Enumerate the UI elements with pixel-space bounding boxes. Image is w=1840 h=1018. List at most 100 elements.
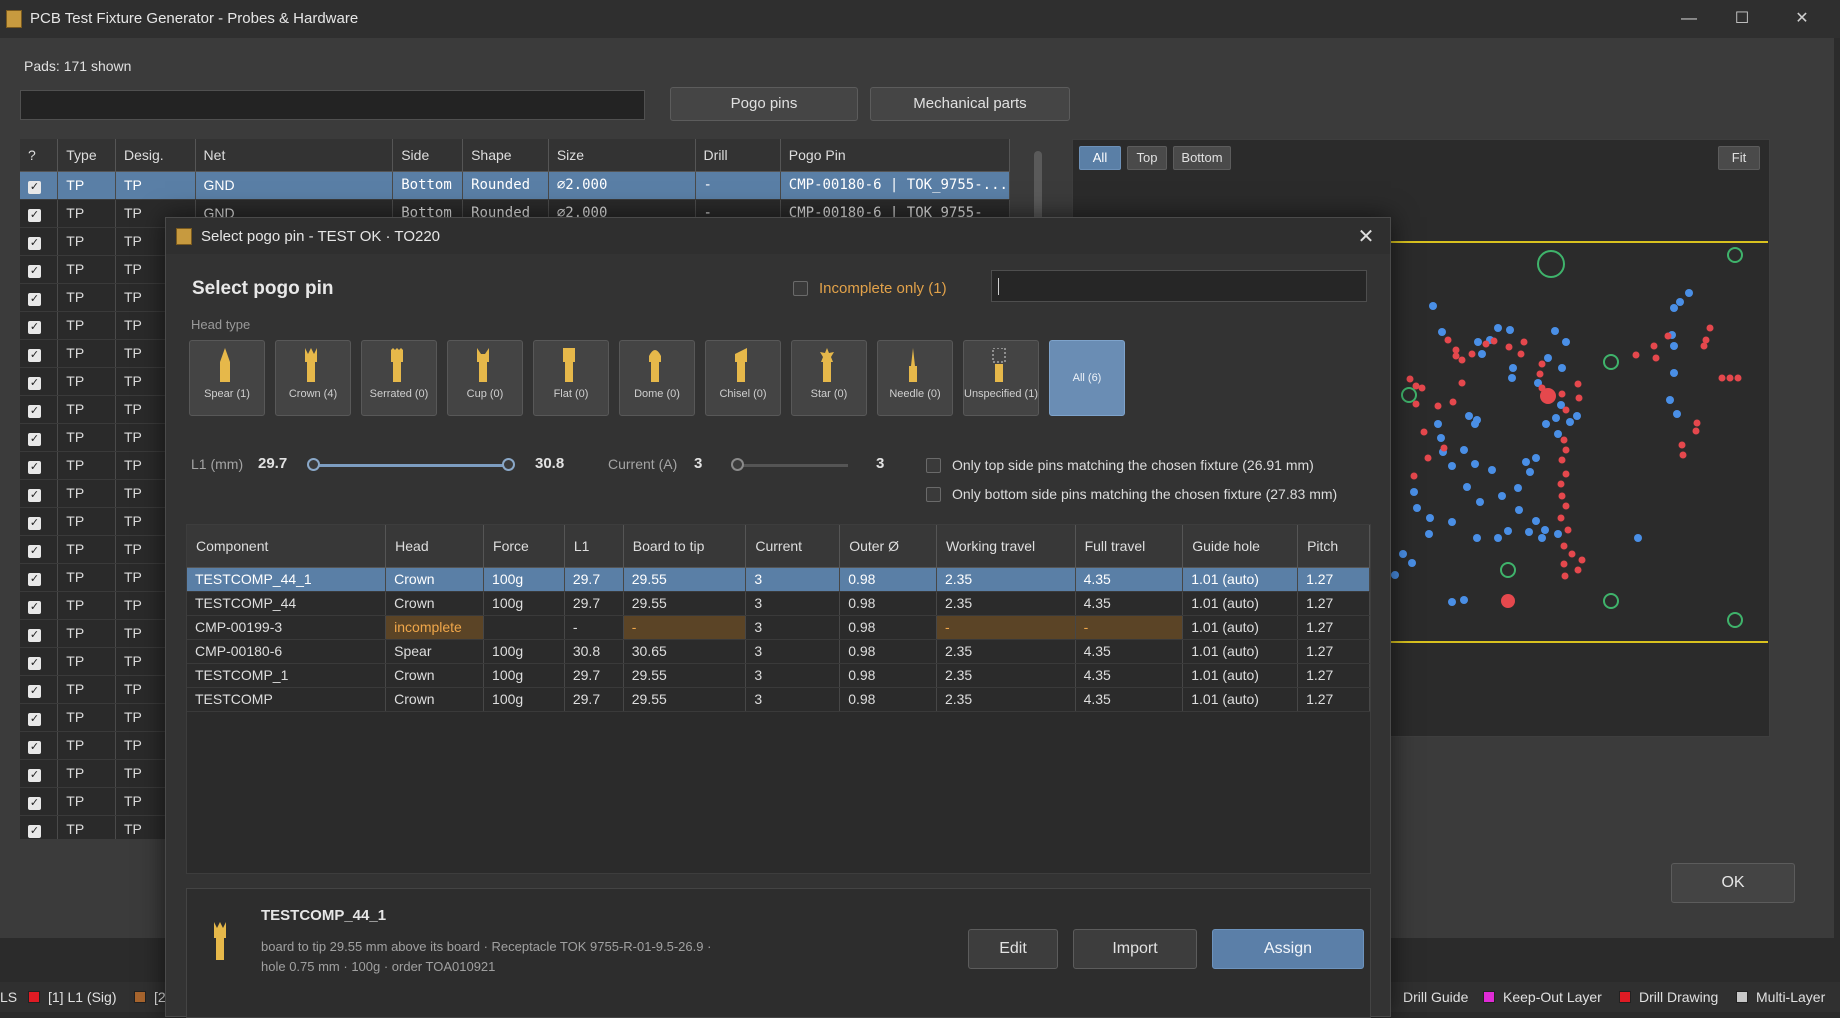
ok-button[interactable]: OK (1671, 863, 1795, 903)
pad-table-row[interactable]: ✓ TP TP GND Bottom Rounded ∅2.000- CMP-00180-6 … (20, 171, 1010, 200)
side-bottom-button[interactable]: Bottom (1173, 146, 1231, 170)
pad-include-checkbox[interactable]: ✓ (28, 320, 41, 334)
l1-range-slider[interactable] (314, 464, 506, 467)
pad-include-cell[interactable]: ✓ (20, 255, 59, 284)
head-type-button[interactable]: Flat (0) (533, 340, 609, 416)
pad-include-cell[interactable]: ✓ (20, 731, 59, 760)
pad-include-cell[interactable]: ✓ (20, 507, 59, 536)
pad-column-header[interactable]: Shape (462, 139, 549, 172)
pin-column-header[interactable]: L1 (564, 525, 624, 568)
side-top-button[interactable]: Top (1127, 146, 1167, 170)
import-button[interactable]: Import (1073, 929, 1197, 969)
pin-column-header[interactable]: Full travel (1075, 525, 1184, 568)
pad-include-cell[interactable]: ✓ (20, 171, 59, 200)
pad-include-checkbox[interactable]: ✓ (28, 376, 41, 390)
pad-include-checkbox[interactable]: ✓ (28, 768, 41, 782)
mechanical-parts-button[interactable]: Mechanical parts (870, 87, 1070, 121)
pad-include-cell[interactable]: ✓ (20, 311, 59, 340)
layer-item[interactable]: LS (0, 989, 17, 1005)
assign-button[interactable]: Assign (1212, 929, 1364, 969)
dialog-close-button[interactable]: ✕ (1354, 224, 1378, 249)
pad-include-cell[interactable]: ✓ (20, 675, 59, 704)
head-type-button[interactable]: Crown (4) (275, 340, 351, 416)
pad-include-checkbox[interactable]: ✓ (28, 516, 41, 530)
pad-include-cell[interactable]: ✓ (20, 591, 59, 620)
pad-include-cell[interactable]: ✓ (20, 339, 59, 368)
pad-include-checkbox[interactable]: ✓ (28, 656, 41, 670)
pad-include-checkbox[interactable]: ✓ (28, 432, 41, 446)
pad-include-checkbox[interactable]: ✓ (28, 404, 41, 418)
head-type-button[interactable]: Dome (0) (619, 340, 695, 416)
layer-item[interactable]: Drill Guide (1403, 989, 1468, 1005)
pad-include-checkbox[interactable]: ✓ (28, 740, 41, 754)
pad-column-header[interactable]: Net (195, 139, 394, 172)
incomplete-only-label[interactable]: Incomplete only (1) (819, 280, 947, 297)
maximize-button[interactable]: ☐ (1720, 6, 1764, 32)
pad-include-checkbox[interactable]: ✓ (28, 236, 41, 250)
pad-include-checkbox[interactable]: ✓ (28, 460, 41, 474)
close-button[interactable]: ✕ (1780, 6, 1824, 32)
head-type-button[interactable]: All (6) (1049, 340, 1125, 416)
pad-include-checkbox[interactable]: ✓ (28, 208, 41, 222)
pad-include-cell[interactable]: ✓ (20, 563, 59, 592)
pad-include-cell[interactable]: ✓ (20, 227, 59, 256)
pad-include-checkbox[interactable]: ✓ (28, 292, 41, 306)
pad-include-checkbox[interactable]: ✓ (28, 712, 41, 726)
layer-item[interactable]: Multi-Layer (1736, 989, 1825, 1005)
bottom-side-only-checkbox[interactable] (926, 487, 941, 502)
pad-include-cell[interactable]: ✓ (20, 199, 59, 228)
pad-include-checkbox[interactable]: ✓ (28, 572, 41, 586)
pin-table-row[interactable]: TESTCOMP Crown 100g 29.7 29.55 3 0.98 2.35 4.35 1… (187, 687, 1370, 712)
pad-include-checkbox[interactable]: ✓ (28, 796, 41, 810)
pin-column-header[interactable]: Guide hole (1182, 525, 1299, 568)
minimize-button[interactable]: — (1667, 6, 1711, 32)
pad-include-cell[interactable]: ✓ (20, 367, 59, 396)
pad-include-cell[interactable]: ✓ (20, 283, 59, 312)
pad-include-cell[interactable]: ✓ (20, 451, 59, 480)
layer-item[interactable]: [1] L1 (Sig) (28, 989, 116, 1005)
head-type-button[interactable]: Needle (0) (877, 340, 953, 416)
pad-include-cell[interactable]: ✓ (20, 535, 59, 564)
pad-include-cell[interactable]: ✓ (20, 787, 59, 816)
head-type-button[interactable]: Star (0) (791, 340, 867, 416)
head-type-button[interactable]: Serrated (0) (361, 340, 437, 416)
pad-column-header[interactable]: ? (20, 139, 59, 172)
pad-include-checkbox[interactable]: ✓ (28, 264, 41, 278)
pad-include-checkbox[interactable]: ✓ (28, 684, 41, 698)
pad-include-cell[interactable]: ✓ (20, 815, 59, 839)
pad-column-header[interactable]: Desig. (115, 139, 196, 172)
l1-max-handle[interactable] (502, 458, 515, 471)
pin-column-header[interactable]: Board to tip (623, 525, 747, 568)
layer-item[interactable]: Drill Drawing (1619, 989, 1718, 1005)
pad-include-cell[interactable]: ✓ (20, 647, 59, 676)
pin-column-header[interactable]: Pitch (1297, 525, 1370, 568)
pad-include-cell[interactable]: ✓ (20, 395, 59, 424)
layer-item[interactable]: Keep-Out Layer (1483, 989, 1602, 1005)
pad-include-checkbox[interactable]: ✓ (28, 488, 41, 502)
pad-include-checkbox[interactable]: ✓ (28, 600, 41, 614)
pogo-pins-button[interactable]: Pogo pins (670, 87, 858, 121)
pad-include-checkbox[interactable]: ✓ (28, 824, 41, 838)
pad-include-cell[interactable]: ✓ (20, 423, 59, 452)
current-range-slider[interactable] (738, 464, 848, 467)
pin-table-row[interactable]: TESTCOMP_1 Crown 100g 29.7 29.55 3 0.98 2.35 4.3… (187, 663, 1370, 688)
head-type-button[interactable]: Unspecified (1) (963, 340, 1039, 416)
pad-include-cell[interactable]: ✓ (20, 479, 59, 508)
pin-column-header[interactable]: Component (187, 525, 387, 568)
pin-column-header[interactable]: Outer Ø (839, 525, 937, 568)
pad-column-header[interactable]: Side (392, 139, 464, 172)
incomplete-only-checkbox[interactable] (793, 281, 808, 296)
pad-include-checkbox[interactable]: ✓ (28, 348, 41, 362)
pin-table-row[interactable]: TESTCOMP_44_1 Crown 100g 29.7 29.55 3 0.98 2.35… (187, 567, 1370, 592)
pin-column-header[interactable]: Current (745, 525, 841, 568)
pad-include-checkbox[interactable]: ✓ (28, 544, 41, 558)
top-side-only-checkbox[interactable] (926, 458, 941, 473)
pin-column-header[interactable]: Head (385, 525, 485, 568)
pin-column-header[interactable]: Force (483, 525, 565, 568)
layer-item[interactable]: [2 (134, 989, 166, 1005)
edit-button[interactable]: Edit (968, 929, 1058, 969)
pin-search-input[interactable] (991, 270, 1367, 302)
pad-include-cell[interactable]: ✓ (20, 703, 59, 732)
top-side-only-label[interactable]: Only top side pins matching the chosen f… (952, 457, 1314, 473)
pad-filter-input[interactable] (20, 90, 645, 120)
